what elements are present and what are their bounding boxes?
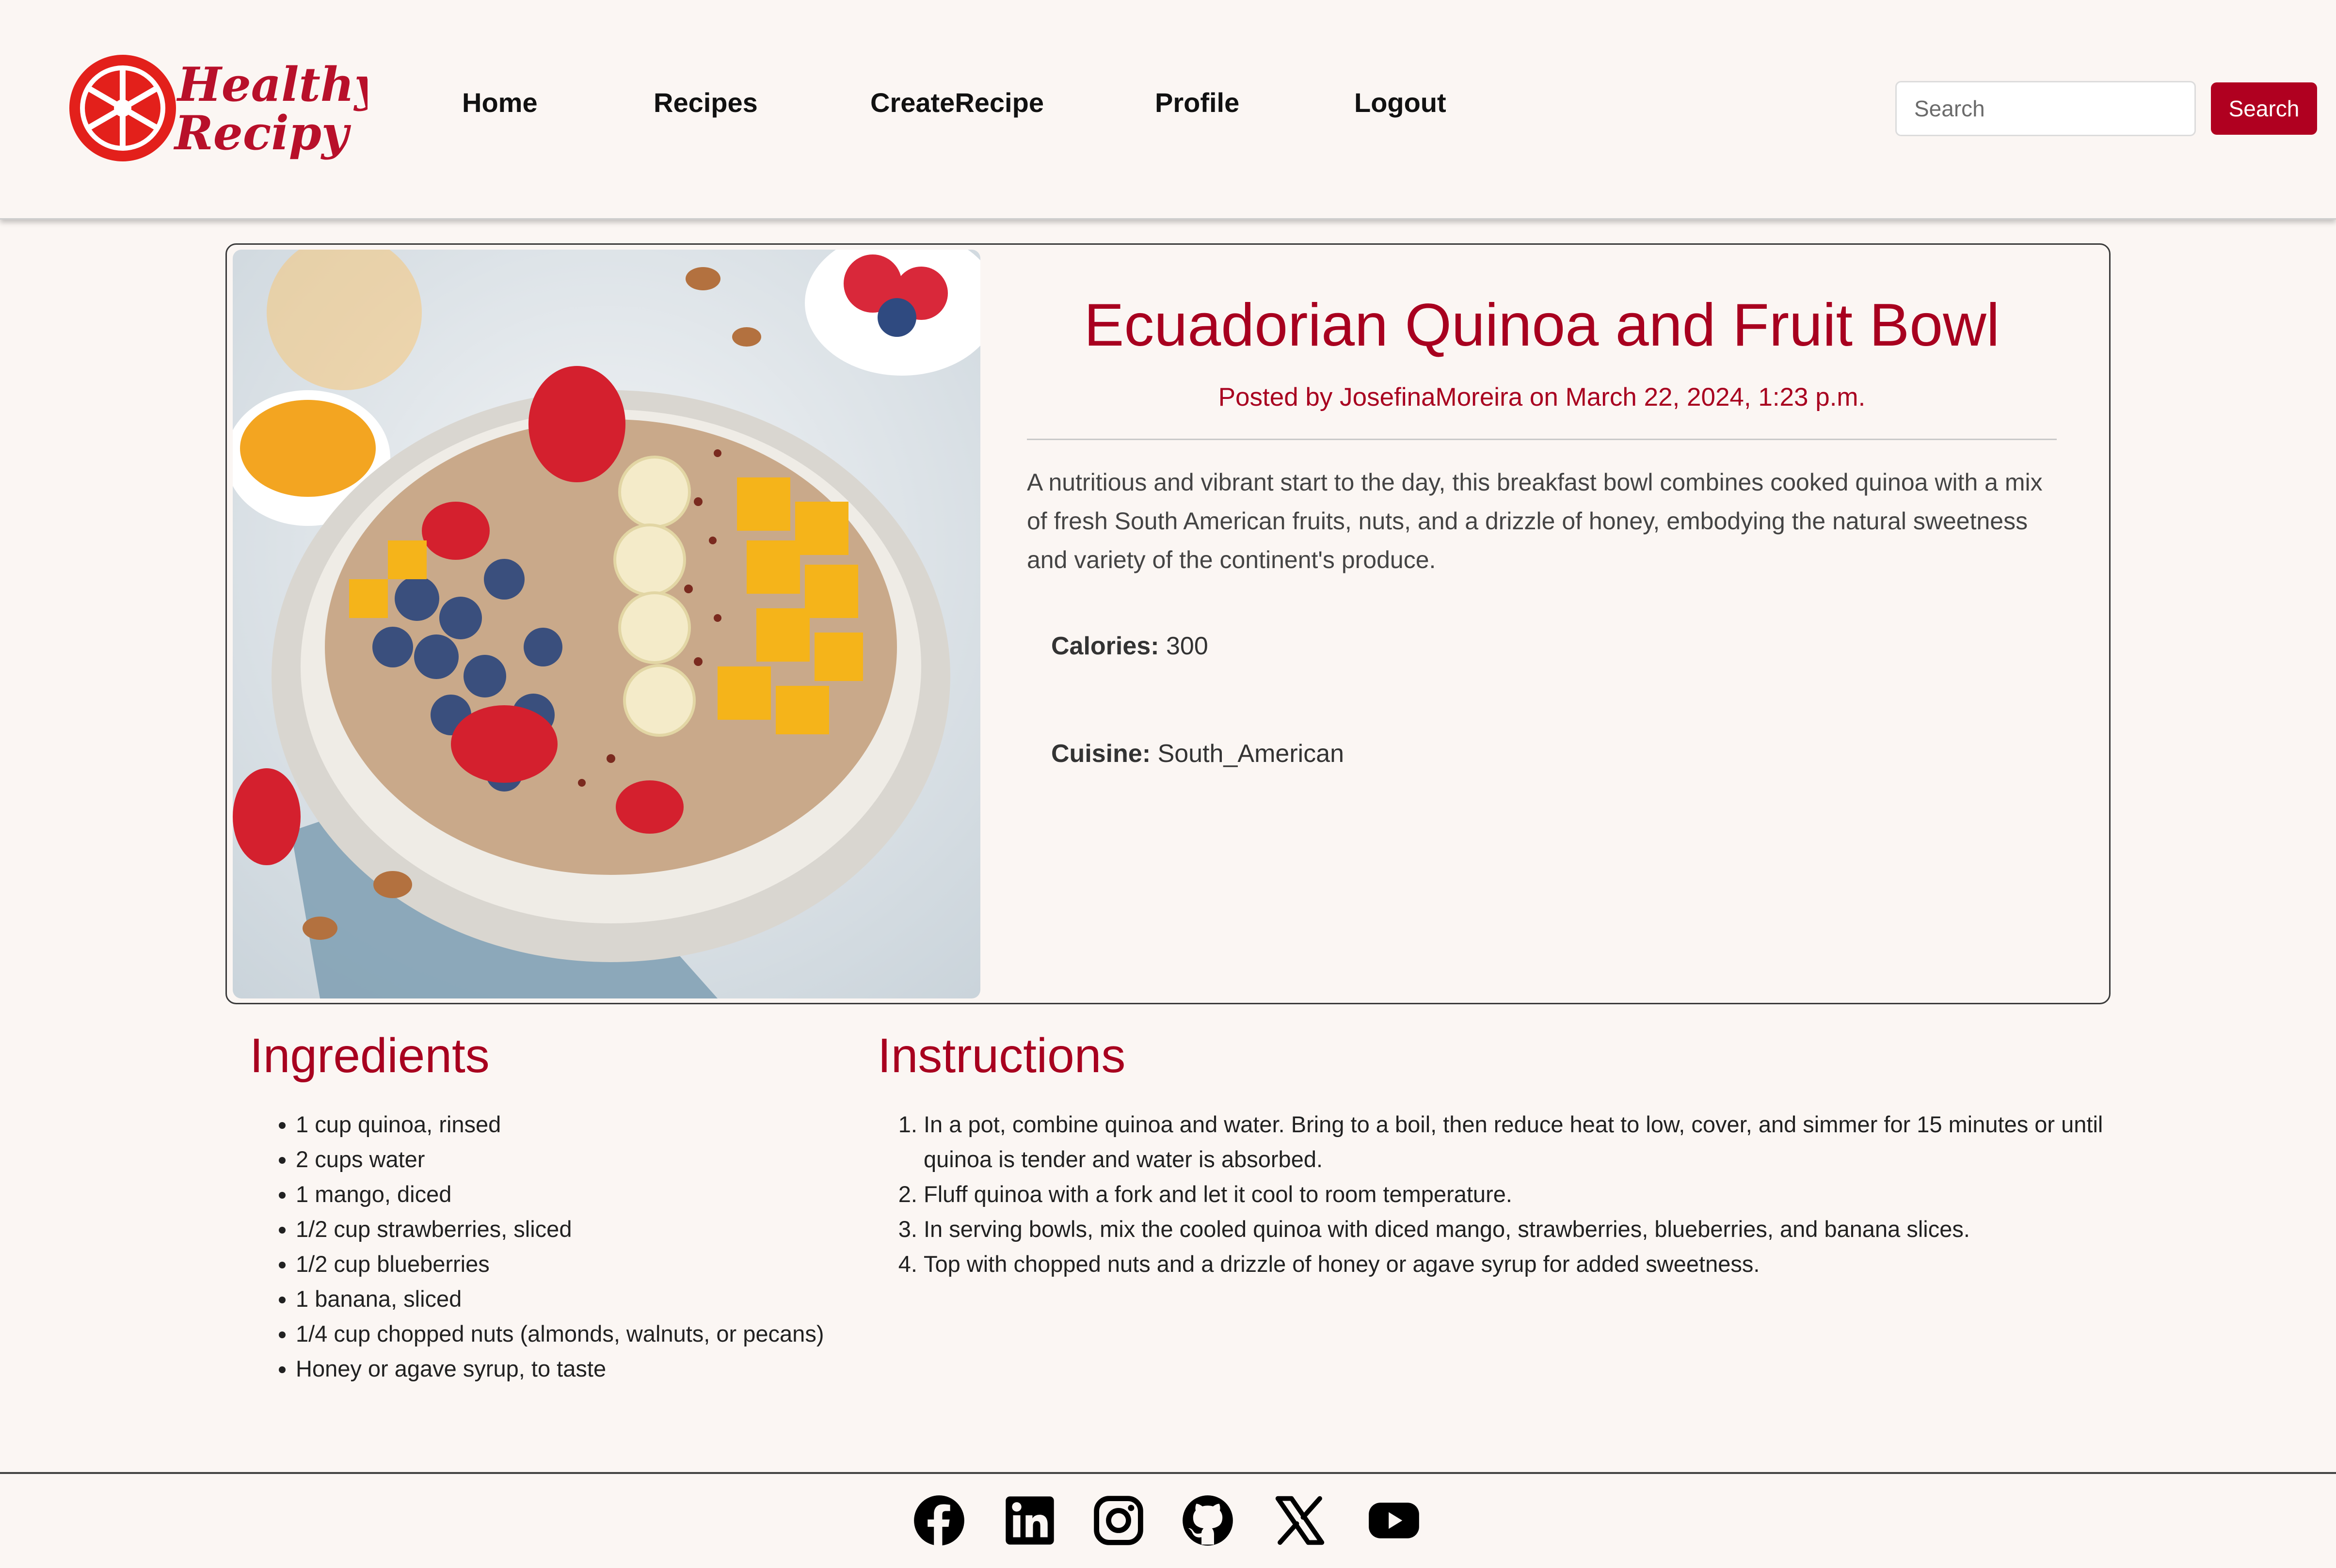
footer [0, 1472, 2336, 1568]
healthy-recipy-logo: Healthy Recipy [69, 55, 384, 161]
youtube-icon[interactable] [1367, 1494, 1421, 1547]
nav-logout[interactable]: Logout [1354, 83, 1446, 122]
logo-text-line2: Recipy [173, 106, 352, 160]
byline-on: on [1522, 383, 1566, 412]
instructions-heading: Instructions [878, 1029, 1126, 1083]
facebook-icon[interactable] [913, 1494, 965, 1547]
cuisine-label: Cuisine: [1051, 740, 1151, 768]
nav-profile[interactable]: Profile [1155, 83, 1239, 122]
brand-logo[interactable]: Healthy Recipy [67, 52, 384, 169]
search-input[interactable] [1895, 81, 2196, 136]
ingredient-item: 1 mango, diced [296, 1177, 853, 1212]
ingredients-list: 1 cup quinoa, rinsed 2 cups water 1 mang… [247, 1107, 853, 1386]
recipe-byline: Posted by JosefinaMoreira on March 22, 2… [1027, 380, 2057, 414]
nav-recipes[interactable]: Recipes [654, 83, 758, 122]
search-button[interactable]: Search [2211, 82, 2317, 135]
recipe-cuisine: Cuisine: South_American [1051, 737, 1344, 771]
recipe-author: JosefinaMoreira [1340, 383, 1523, 412]
nav-home[interactable]: Home [462, 83, 538, 122]
quinoa-bowl-illustration [233, 250, 980, 998]
github-icon[interactable] [1182, 1494, 1234, 1547]
ingredients-heading: Ingredients [250, 1029, 490, 1083]
ingredient-item: 2 cups water [296, 1142, 853, 1177]
instagram-icon[interactable] [1092, 1494, 1145, 1547]
recipe-date: March 22, 2024, 1:23 p.m. [1565, 383, 1866, 412]
recipe-description: A nutritious and vibrant start to the da… [1027, 469, 2043, 573]
ingredient-item: 1/2 cup blueberries [296, 1247, 853, 1282]
ingredient-item: 1/4 cup chopped nuts (almonds, walnuts, … [296, 1316, 853, 1351]
instructions-list: In a pot, combine quinoa and water. Brin… [878, 1107, 2145, 1282]
title-divider [1027, 439, 2057, 440]
ingredient-item: 1 banana, sliced [296, 1282, 853, 1316]
recipe-photo [233, 250, 980, 998]
cuisine-value: South_American [1151, 740, 1344, 768]
linkedin-icon[interactable] [1004, 1494, 1056, 1547]
navbar: Healthy Recipy Home Recipes CreateRecipe… [0, 0, 2336, 220]
recipe-calories: Calories: 300 [1051, 629, 1208, 663]
x-icon[interactable] [1274, 1494, 1326, 1547]
instruction-step: Fluff quinoa with a fork and let it cool… [924, 1177, 2145, 1212]
recipe-title: Ecuadorian Quinoa and Fruit Bowl [1084, 292, 2000, 359]
ingredient-item: Honey or agave syrup, to taste [296, 1351, 853, 1386]
calories-label: Calories: [1051, 632, 1159, 660]
instruction-step: In serving bowls, mix the cooled quinoa … [924, 1212, 2145, 1247]
ingredient-item: 1 cup quinoa, rinsed [296, 1107, 853, 1142]
byline-prefix: Posted by [1218, 383, 1340, 412]
ingredient-item: 1/2 cup strawberries, sliced [296, 1212, 853, 1247]
instruction-step: In a pot, combine quinoa and water. Brin… [924, 1107, 2145, 1177]
calories-value: 300 [1159, 632, 1208, 660]
instruction-step: Top with chopped nuts and a drizzle of h… [924, 1247, 2145, 1282]
nav-create-recipe[interactable]: CreateRecipe [870, 83, 1044, 122]
logo-text-line1: Healthy [176, 57, 368, 112]
